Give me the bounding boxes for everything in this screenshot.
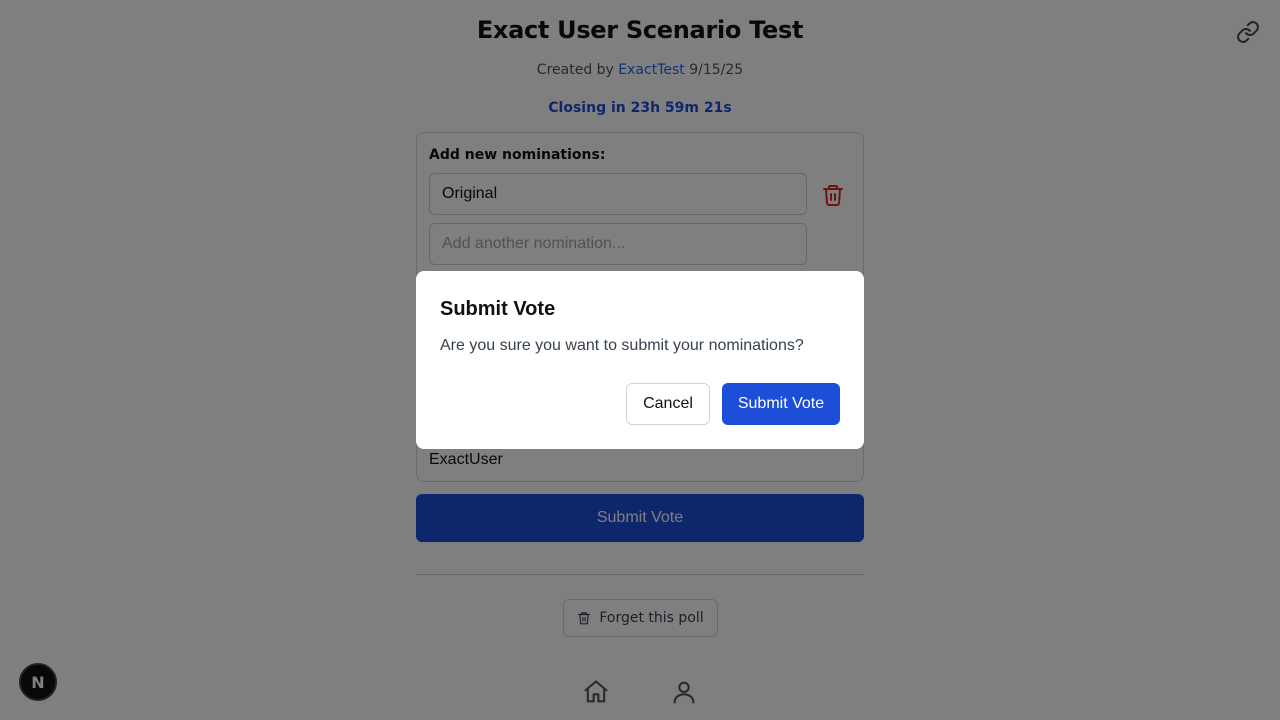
cancel-button[interactable]: Cancel xyxy=(626,383,710,425)
confirm-submit-button[interactable]: Submit Vote xyxy=(722,383,840,425)
dialog-message: Are you sure you want to submit your nom… xyxy=(440,337,804,354)
confirm-dialog: Submit Vote Are you sure you want to sub… xyxy=(416,271,864,449)
dialog-title: Submit Vote xyxy=(440,298,556,320)
